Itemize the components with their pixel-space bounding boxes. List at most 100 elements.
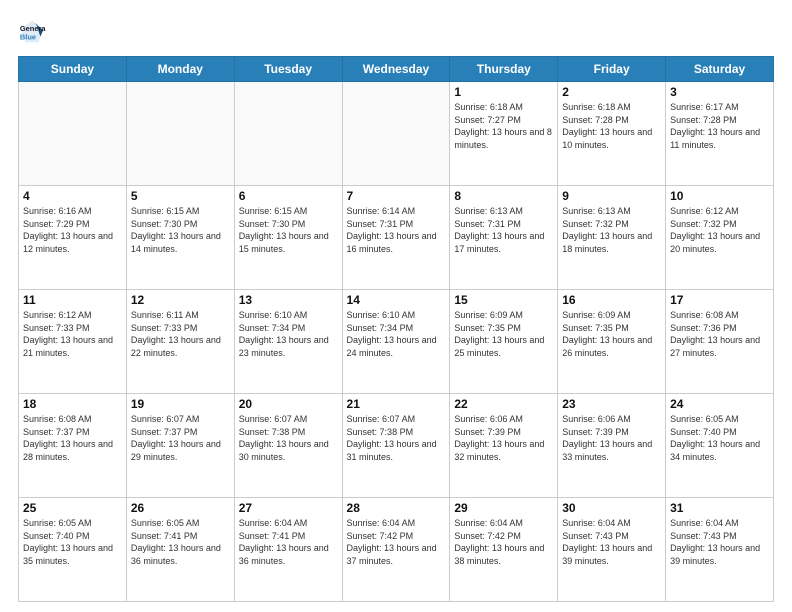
day-number: 15 bbox=[454, 293, 553, 307]
day-number: 20 bbox=[239, 397, 338, 411]
day-number: 27 bbox=[239, 501, 338, 515]
calendar-cell: 10 Sunrise: 6:12 AM Sunset: 7:32 PM Dayli… bbox=[666, 186, 774, 290]
day-number: 16 bbox=[562, 293, 661, 307]
day-number: 26 bbox=[131, 501, 230, 515]
logo: General Blue bbox=[18, 18, 46, 46]
day-number: 28 bbox=[347, 501, 446, 515]
day-info: Sunrise: 6:05 AM Sunset: 7:41 PM Dayligh… bbox=[131, 517, 230, 567]
weekday-header-tuesday: Tuesday bbox=[234, 57, 342, 82]
calendar-cell: 23 Sunrise: 6:06 AM Sunset: 7:39 PM Dayli… bbox=[558, 394, 666, 498]
day-number: 31 bbox=[670, 501, 769, 515]
day-info: Sunrise: 6:18 AM Sunset: 7:28 PM Dayligh… bbox=[562, 101, 661, 151]
day-info: Sunrise: 6:12 AM Sunset: 7:33 PM Dayligh… bbox=[23, 309, 122, 359]
day-info: Sunrise: 6:04 AM Sunset: 7:42 PM Dayligh… bbox=[454, 517, 553, 567]
calendar-cell: 22Sunrise: 6:06 AM Sunset: 7:39 PM Dayli… bbox=[450, 394, 558, 498]
day-number: 4 bbox=[23, 189, 122, 203]
day-number: 8 bbox=[454, 189, 553, 203]
calendar-cell: 13 Sunrise: 6:10 AM Sunset: 7:34 PM Dayli… bbox=[234, 290, 342, 394]
day-number: 6 bbox=[239, 189, 338, 203]
day-info: Sunrise: 6:04 AM Sunset: 7:42 PM Dayligh… bbox=[347, 517, 446, 567]
calendar-cell: 5 Sunrise: 6:15 AM Sunset: 7:30 PM Daylig… bbox=[126, 186, 234, 290]
calendar-cell bbox=[234, 82, 342, 186]
calendar-cell: 8 Sunrise: 6:13 AM Sunset: 7:31 PM Daylig… bbox=[450, 186, 558, 290]
calendar-cell: 25 Sunrise: 6:05 AM Sunset: 7:40 PM Dayli… bbox=[19, 498, 127, 602]
calendar-cell: 28 Sunrise: 6:04 AM Sunset: 7:42 PM Dayli… bbox=[342, 498, 450, 602]
calendar-cell: 1 Sunrise: 6:18 AM Sunset: 7:27 PM Daylig… bbox=[450, 82, 558, 186]
calendar-cell: 31Sunrise: 6:04 AM Sunset: 7:43 PM Dayli… bbox=[666, 498, 774, 602]
calendar-cell: 30 Sunrise: 6:04 AM Sunset: 7:43 PM Dayli… bbox=[558, 498, 666, 602]
day-info: Sunrise: 6:04 AM Sunset: 7:43 PM Dayligh… bbox=[562, 517, 661, 567]
day-number: 9 bbox=[562, 189, 661, 203]
day-number: 22 bbox=[454, 397, 553, 411]
day-number: 18 bbox=[23, 397, 122, 411]
calendar-cell: 14 Sunrise: 6:10 AM Sunset: 7:34 PM Dayli… bbox=[342, 290, 450, 394]
day-number: 3 bbox=[670, 85, 769, 99]
day-number: 24 bbox=[670, 397, 769, 411]
calendar-cell: 17 Sunrise: 6:08 AM Sunset: 7:36 PM Dayli… bbox=[666, 290, 774, 394]
calendar-cell: 20 Sunrise: 6:07 AM Sunset: 7:38 PM Dayli… bbox=[234, 394, 342, 498]
calendar-cell: 19 Sunrise: 6:07 AM Sunset: 7:37 PM Dayli… bbox=[126, 394, 234, 498]
day-number: 29 bbox=[454, 501, 553, 515]
day-info: Sunrise: 6:07 AM Sunset: 7:37 PM Dayligh… bbox=[131, 413, 230, 463]
calendar-cell: 27 Sunrise: 6:04 AM Sunset: 7:41 PM Dayli… bbox=[234, 498, 342, 602]
day-number: 12 bbox=[131, 293, 230, 307]
calendar-cell: 26 Sunrise: 6:05 AM Sunset: 7:41 PM Dayli… bbox=[126, 498, 234, 602]
svg-text:Blue: Blue bbox=[20, 32, 36, 41]
day-info: Sunrise: 6:16 AM Sunset: 7:29 PM Dayligh… bbox=[23, 205, 122, 255]
day-number: 7 bbox=[347, 189, 446, 203]
day-info: Sunrise: 6:05 AM Sunset: 7:40 PM Dayligh… bbox=[23, 517, 122, 567]
day-number: 14 bbox=[347, 293, 446, 307]
day-info: Sunrise: 6:05 AM Sunset: 7:40 PM Dayligh… bbox=[670, 413, 769, 463]
day-number: 17 bbox=[670, 293, 769, 307]
calendar-cell: 24 Sunrise: 6:05 AM Sunset: 7:40 PM Dayli… bbox=[666, 394, 774, 498]
header: General Blue bbox=[18, 18, 774, 46]
day-number: 5 bbox=[131, 189, 230, 203]
day-number: 21 bbox=[347, 397, 446, 411]
weekday-header-sunday: Sunday bbox=[19, 57, 127, 82]
day-info: Sunrise: 6:15 AM Sunset: 7:30 PM Dayligh… bbox=[239, 205, 338, 255]
logo-icon: General Blue bbox=[18, 18, 46, 46]
day-info: Sunrise: 6:06 AM Sunset: 7:39 PM Dayligh… bbox=[562, 413, 661, 463]
calendar-cell: 3 Sunrise: 6:17 AM Sunset: 7:28 PM Daylig… bbox=[666, 82, 774, 186]
day-info: Sunrise: 6:04 AM Sunset: 7:41 PM Dayligh… bbox=[239, 517, 338, 567]
calendar-cell: 6 Sunrise: 6:15 AM Sunset: 7:30 PM Daylig… bbox=[234, 186, 342, 290]
day-number: 30 bbox=[562, 501, 661, 515]
calendar-cell: 9 Sunrise: 6:13 AM Sunset: 7:32 PM Daylig… bbox=[558, 186, 666, 290]
day-info: Sunrise: 6:07 AM Sunset: 7:38 PM Dayligh… bbox=[239, 413, 338, 463]
day-info: Sunrise: 6:13 AM Sunset: 7:31 PM Dayligh… bbox=[454, 205, 553, 255]
weekday-header-wednesday: Wednesday bbox=[342, 57, 450, 82]
day-number: 11 bbox=[23, 293, 122, 307]
calendar-cell: 21 Sunrise: 6:07 AM Sunset: 7:38 PM Dayli… bbox=[342, 394, 450, 498]
day-info: Sunrise: 6:08 AM Sunset: 7:37 PM Dayligh… bbox=[23, 413, 122, 463]
day-info: Sunrise: 6:12 AM Sunset: 7:32 PM Dayligh… bbox=[670, 205, 769, 255]
day-info: Sunrise: 6:11 AM Sunset: 7:33 PM Dayligh… bbox=[131, 309, 230, 359]
day-info: Sunrise: 6:07 AM Sunset: 7:38 PM Dayligh… bbox=[347, 413, 446, 463]
weekday-header-monday: Monday bbox=[126, 57, 234, 82]
day-info: Sunrise: 6:17 AM Sunset: 7:28 PM Dayligh… bbox=[670, 101, 769, 151]
calendar-cell: 2 Sunrise: 6:18 AM Sunset: 7:28 PM Daylig… bbox=[558, 82, 666, 186]
day-number: 13 bbox=[239, 293, 338, 307]
day-info: Sunrise: 6:08 AM Sunset: 7:36 PM Dayligh… bbox=[670, 309, 769, 359]
calendar-cell: 15Sunrise: 6:09 AM Sunset: 7:35 PM Dayli… bbox=[450, 290, 558, 394]
calendar-cell bbox=[19, 82, 127, 186]
calendar-cell bbox=[126, 82, 234, 186]
calendar-cell bbox=[342, 82, 450, 186]
day-number: 19 bbox=[131, 397, 230, 411]
calendar-table: SundayMondayTuesdayWednesdayThursdayFrid… bbox=[18, 56, 774, 602]
day-info: Sunrise: 6:10 AM Sunset: 7:34 PM Dayligh… bbox=[239, 309, 338, 359]
weekday-header-thursday: Thursday bbox=[450, 57, 558, 82]
day-info: Sunrise: 6:18 AM Sunset: 7:27 PM Dayligh… bbox=[454, 101, 553, 151]
weekday-header-friday: Friday bbox=[558, 57, 666, 82]
day-number: 25 bbox=[23, 501, 122, 515]
day-info: Sunrise: 6:15 AM Sunset: 7:30 PM Dayligh… bbox=[131, 205, 230, 255]
day-number: 10 bbox=[670, 189, 769, 203]
day-number: 23 bbox=[562, 397, 661, 411]
day-info: Sunrise: 6:10 AM Sunset: 7:34 PM Dayligh… bbox=[347, 309, 446, 359]
day-number: 1 bbox=[454, 85, 553, 99]
day-info: Sunrise: 6:13 AM Sunset: 7:32 PM Dayligh… bbox=[562, 205, 661, 255]
weekday-header-saturday: Saturday bbox=[666, 57, 774, 82]
calendar-cell: 16Sunrise: 6:09 AM Sunset: 7:35 PM Dayli… bbox=[558, 290, 666, 394]
day-info: Sunrise: 6:14 AM Sunset: 7:31 PM Dayligh… bbox=[347, 205, 446, 255]
calendar-cell: 11 Sunrise: 6:12 AM Sunset: 7:33 PM Dayli… bbox=[19, 290, 127, 394]
day-number: 2 bbox=[562, 85, 661, 99]
